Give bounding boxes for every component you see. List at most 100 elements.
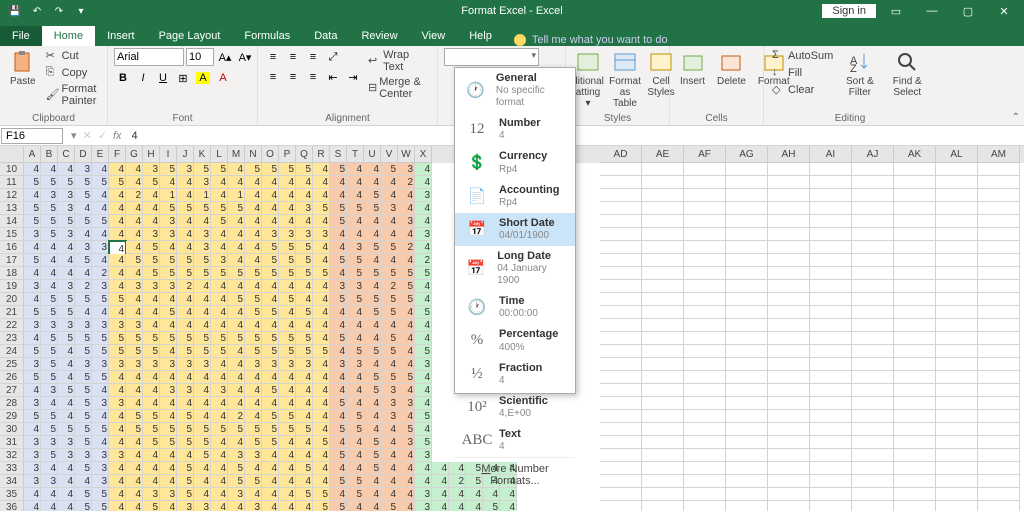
cell[interactable]: 3 [415,189,432,202]
close-button[interactable]: ✕ [988,0,1020,22]
cell[interactable] [768,358,810,371]
row-header[interactable]: 36 [0,501,24,511]
cell[interactable]: 3 [41,189,58,202]
cell[interactable] [894,202,936,215]
cell[interactable] [726,241,768,254]
cell[interactable]: 3 [415,449,432,462]
cell[interactable]: 5 [109,293,126,306]
cell[interactable]: 5 [245,332,262,345]
col-header[interactable]: AD [600,146,642,163]
cell[interactable]: 4 [75,202,92,215]
cell[interactable] [642,319,684,332]
cell[interactable] [726,215,768,228]
cell[interactable]: 4 [398,228,415,241]
cell[interactable]: 5 [41,345,58,358]
cell[interactable]: 4 [245,241,262,254]
cell[interactable]: 4 [364,332,381,345]
cell[interactable]: 5 [347,475,364,488]
select-all-corner[interactable] [0,146,24,163]
cell[interactable]: 4 [415,319,432,332]
cell[interactable] [726,358,768,371]
cell[interactable] [726,306,768,319]
cell[interactable]: 4 [92,410,109,423]
cell[interactable]: 4 [211,501,228,511]
cell[interactable]: 5 [194,345,211,358]
cell[interactable]: 4 [194,280,211,293]
cell[interactable] [894,332,936,345]
cell[interactable]: 5 [143,267,160,280]
cell[interactable]: 4 [381,462,398,475]
cell[interactable]: 5 [381,306,398,319]
cell[interactable] [642,397,684,410]
cell[interactable]: 3 [58,436,75,449]
cell[interactable]: 4 [194,488,211,501]
cell[interactable]: 4 [109,189,126,202]
cell[interactable] [768,319,810,332]
cell[interactable]: 5 [58,332,75,345]
cell[interactable]: 5 [415,410,432,423]
cell[interactable] [852,228,894,241]
cell[interactable] [810,202,852,215]
cell[interactable]: 4 [109,267,126,280]
cell[interactable] [600,345,642,358]
increase-indent-icon[interactable]: ⇥ [344,68,362,86]
cell[interactable]: 3 [296,228,313,241]
cell[interactable]: 4 [41,280,58,293]
cell[interactable] [726,228,768,241]
cell[interactable]: 4 [211,488,228,501]
cell[interactable]: 5 [177,254,194,267]
cell[interactable]: 5 [24,371,41,384]
cell[interactable]: 4 [398,358,415,371]
cell[interactable]: 4 [245,228,262,241]
cell[interactable]: 4 [160,475,177,488]
cell[interactable] [768,306,810,319]
col-header[interactable]: Q [296,146,313,163]
cell[interactable] [978,293,1020,306]
cell[interactable]: 5 [75,371,92,384]
cell[interactable]: 4 [245,202,262,215]
cell[interactable]: 4 [313,241,330,254]
row-header[interactable]: 34 [0,475,24,488]
cell[interactable] [768,293,810,306]
cell[interactable]: 4 [24,488,41,501]
cell[interactable] [642,410,684,423]
cell[interactable] [852,423,894,436]
cell[interactable] [600,228,642,241]
row-header[interactable]: 32 [0,449,24,462]
cell[interactable]: 5 [313,202,330,215]
cell[interactable]: 4 [228,280,245,293]
cell[interactable]: 4 [24,332,41,345]
cell[interactable]: 3 [398,215,415,228]
cell[interactable] [684,293,726,306]
cell[interactable] [726,397,768,410]
cell[interactable]: 5 [211,267,228,280]
cell[interactable] [936,189,978,202]
cell[interactable] [726,462,768,475]
cell[interactable]: 4 [92,254,109,267]
cell[interactable]: 3 [194,501,211,511]
cell[interactable]: 4 [211,462,228,475]
cell[interactable]: 5 [279,423,296,436]
cell[interactable] [600,202,642,215]
cell[interactable]: 1 [160,189,177,202]
cell[interactable] [978,202,1020,215]
cell[interactable]: 5 [24,306,41,319]
cell[interactable] [936,228,978,241]
cell[interactable] [684,215,726,228]
cell[interactable]: 5 [177,462,194,475]
cell[interactable]: 3 [109,449,126,462]
cell[interactable]: 4 [228,358,245,371]
cell[interactable]: 5 [211,332,228,345]
col-header[interactable]: AJ [852,146,894,163]
cell[interactable]: 3 [24,228,41,241]
cell[interactable] [768,280,810,293]
cell[interactable]: 4 [160,241,177,254]
cell[interactable]: 4 [194,371,211,384]
cell[interactable]: 4 [398,332,415,345]
cell[interactable]: 4 [381,449,398,462]
cancel-icon[interactable]: ✕ [83,129,92,142]
cell[interactable]: 4 [109,462,126,475]
cell[interactable] [936,436,978,449]
cell[interactable] [768,436,810,449]
cell[interactable] [684,462,726,475]
